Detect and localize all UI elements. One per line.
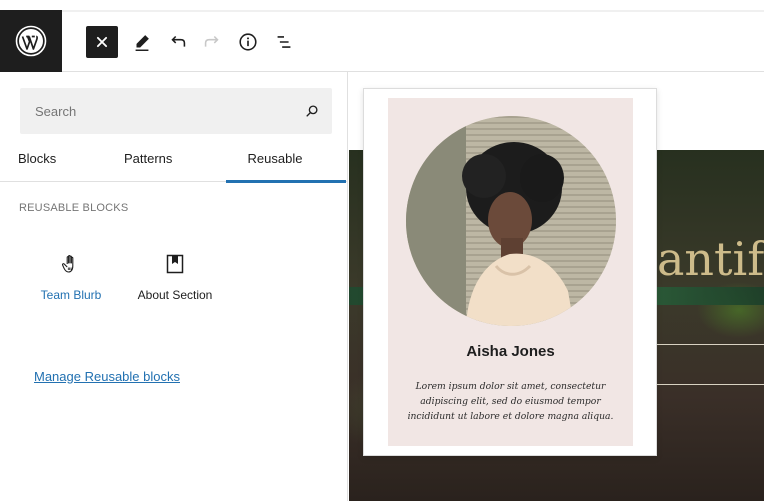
bookmark-icon	[166, 254, 184, 274]
block-inserter-panel: Blocks Patterns Reusable REUSABLE BLOCKS…	[0, 72, 348, 501]
redo-icon	[204, 35, 219, 47]
block-item-label: Team Blurb	[40, 288, 102, 302]
tools-button[interactable]	[126, 26, 158, 58]
redo-button[interactable]	[196, 26, 228, 58]
canvas-divider	[649, 384, 764, 385]
profile-photo	[406, 116, 616, 326]
team-blurb-card: Aisha Jones Lorem ipsum dolor sit amet, …	[388, 98, 633, 446]
info-icon	[239, 33, 257, 51]
reusable-block-team-blurb[interactable]: Team Blurb	[26, 250, 116, 302]
inserter-tabs: Blocks Patterns Reusable	[0, 142, 348, 183]
manage-reusable-blocks-link[interactable]: Manage Reusable blocks	[34, 369, 180, 384]
close-icon	[96, 36, 108, 48]
reusable-block-about-section[interactable]: About Section	[130, 250, 220, 302]
block-preview-popover: Aisha Jones Lorem ipsum dolor sit amet, …	[363, 88, 657, 456]
canvas-divider	[649, 344, 764, 345]
search-box	[20, 88, 332, 134]
list-view-icon	[277, 36, 291, 48]
wordpress-logo-icon	[15, 25, 47, 57]
section-title: REUSABLE BLOCKS	[19, 202, 129, 214]
toolbar-top-divider	[0, 10, 764, 12]
list-view-button[interactable]	[268, 26, 300, 58]
person-bio: Lorem ipsum dolor sit amet, consectetur …	[407, 381, 614, 422]
hand-pointer-icon	[61, 254, 74, 273]
details-button[interactable]	[232, 26, 264, 58]
editor-toolbar	[0, 0, 764, 72]
tab-reusable[interactable]: Reusable	[226, 142, 346, 183]
canvas-heading[interactable]: antif	[657, 232, 764, 286]
close-inserter-button[interactable]	[86, 26, 118, 58]
tab-blocks[interactable]: Blocks	[18, 142, 56, 182]
undo-icon	[171, 35, 186, 47]
pencil-icon	[135, 35, 149, 51]
block-item-label: About Section	[137, 288, 213, 302]
search-input[interactable]	[20, 88, 292, 134]
person-name: Aisha Jones	[466, 343, 555, 360]
wordpress-logo-button[interactable]	[0, 10, 62, 72]
tab-patterns[interactable]: Patterns	[124, 142, 172, 182]
search-icon[interactable]	[292, 88, 332, 134]
undo-button[interactable]	[162, 26, 194, 58]
